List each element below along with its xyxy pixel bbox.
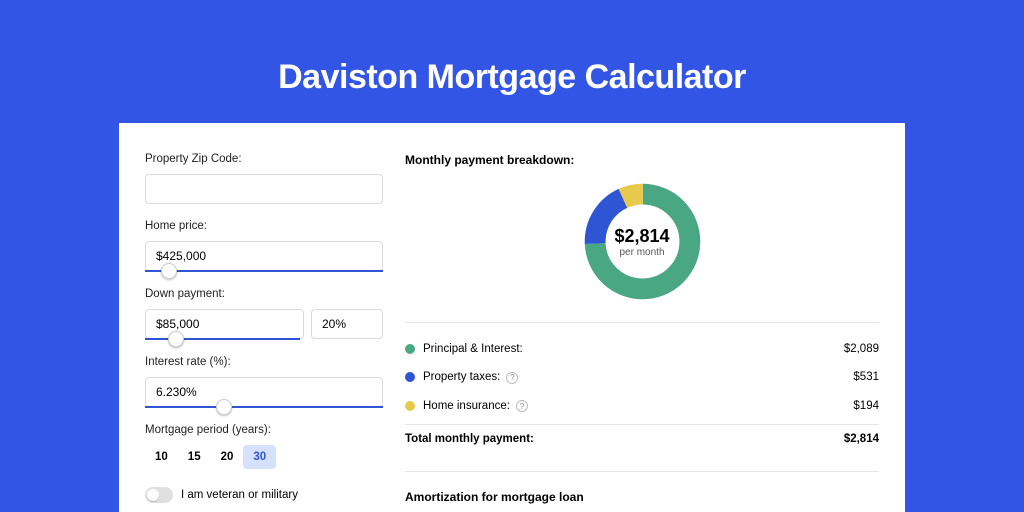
- field-zip: Property Zip Code:: [145, 153, 383, 204]
- period-label: Mortgage period (years):: [145, 424, 383, 436]
- down-payment-pct-input[interactable]: [311, 309, 383, 339]
- divider: [405, 322, 879, 323]
- interest-rate-input[interactable]: [145, 377, 383, 407]
- down-payment-label: Down payment:: [145, 288, 383, 300]
- breakdown-column: Monthly payment breakdown: $2,814 per mo…: [405, 153, 879, 512]
- legend: Principal & Interest:$2,089Property taxe…: [405, 335, 879, 420]
- interest-rate-label: Interest rate (%):: [145, 356, 383, 368]
- legend-dot-icon: [405, 344, 415, 354]
- field-home-price: Home price:: [145, 220, 383, 272]
- veteran-toggle[interactable]: [145, 487, 173, 503]
- period-button-30[interactable]: 30: [243, 445, 276, 469]
- legend-label: Home insurance:?: [423, 400, 853, 413]
- calculator-panel: Property Zip Code: Home price: Down paym…: [119, 123, 905, 512]
- donut-chart: $2,814 per month: [405, 179, 879, 304]
- breakdown-title: Monthly payment breakdown:: [405, 153, 879, 167]
- help-icon[interactable]: ?: [516, 400, 528, 412]
- home-price-slider-thumb[interactable]: [161, 263, 177, 279]
- legend-total-label: Total monthly payment:: [405, 433, 844, 445]
- page-title: Daviston Mortgage Calculator: [0, 0, 1024, 123]
- period-button-15[interactable]: 15: [178, 445, 211, 469]
- legend-value: $531: [853, 371, 879, 383]
- legend-total-value: $2,814: [844, 433, 879, 445]
- legend-dot-icon: [405, 401, 415, 411]
- legend-row-0: Principal & Interest:$2,089: [405, 335, 879, 363]
- amortization-title: Amortization for mortgage loan: [405, 490, 879, 504]
- period-options: 10152030: [145, 445, 383, 469]
- field-period: Mortgage period (years): 10152030: [145, 424, 383, 469]
- home-price-label: Home price:: [145, 220, 383, 232]
- interest-rate-slider-thumb[interactable]: [216, 399, 232, 415]
- down-payment-slider-thumb[interactable]: [168, 331, 184, 347]
- divider-2: [405, 471, 879, 472]
- legend-total-row: Total monthly payment: $2,814: [405, 424, 879, 453]
- legend-value: $2,089: [844, 343, 879, 355]
- zip-input[interactable]: [145, 174, 383, 204]
- veteran-toggle-knob: [147, 489, 159, 501]
- legend-row-2: Home insurance:?$194: [405, 392, 879, 421]
- legend-row-1: Property taxes:?$531: [405, 363, 879, 392]
- home-price-input[interactable]: [145, 241, 383, 271]
- legend-label: Principal & Interest:: [423, 343, 844, 355]
- legend-value: $194: [853, 400, 879, 412]
- zip-label: Property Zip Code:: [145, 153, 383, 165]
- home-price-slider[interactable]: [145, 270, 383, 272]
- period-button-20[interactable]: 20: [211, 445, 244, 469]
- help-icon[interactable]: ?: [506, 372, 518, 384]
- form-column: Property Zip Code: Home price: Down paym…: [145, 153, 383, 512]
- veteran-label: I am veteran or military: [181, 489, 298, 501]
- interest-rate-slider[interactable]: [145, 406, 383, 408]
- donut-sub: per month: [619, 247, 664, 258]
- field-down-payment: Down payment:: [145, 288, 383, 340]
- period-button-10[interactable]: 10: [145, 445, 178, 469]
- legend-dot-icon: [405, 372, 415, 382]
- field-interest-rate: Interest rate (%):: [145, 356, 383, 408]
- donut-amount: $2,814: [614, 226, 669, 247]
- down-payment-slider[interactable]: [145, 338, 300, 340]
- legend-label: Property taxes:?: [423, 371, 853, 384]
- veteran-row: I am veteran or military: [145, 487, 383, 503]
